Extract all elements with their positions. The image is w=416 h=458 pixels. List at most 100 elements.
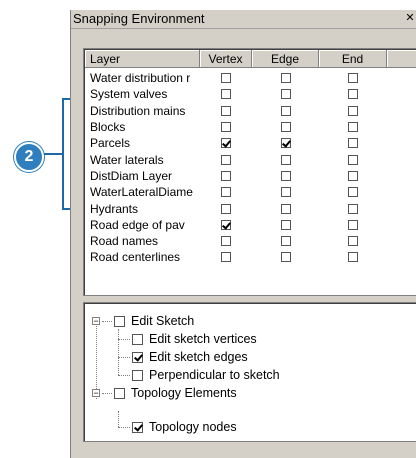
table-row[interactable]: Parcels [85,135,387,151]
layer-name: System valves [90,87,168,102]
vertex-cell [200,122,252,133]
end-checkbox[interactable] [348,252,358,263]
end-checkbox[interactable] [348,89,358,100]
vertex-checkbox[interactable] [221,219,231,230]
window-titlebar[interactable]: Snapping Environment ✕ [71,10,416,29]
table-row[interactable]: WaterLateralDiame [85,184,387,200]
edge-cell [252,122,319,133]
layer-name: Water laterals [90,152,164,167]
vertex-checkbox[interactable] [221,170,231,181]
end-cell [319,73,387,84]
table-row[interactable]: Hydrants [85,200,387,216]
end-checkbox[interactable] [348,138,358,149]
vertex-checkbox[interactable] [221,138,231,149]
edge-checkbox[interactable] [280,187,291,198]
table-row[interactable]: Water laterals [85,151,387,167]
tree-item-perpendicular[interactable]: Perpendicular to sketch [132,366,280,384]
edge-checkbox[interactable] [280,252,291,263]
topology-elements-checkbox[interactable] [114,387,125,399]
end-checkbox[interactable] [348,122,358,133]
vertex-cell [200,73,252,84]
edge-checkbox[interactable] [280,105,291,116]
vertex-checkbox[interactable] [221,105,231,116]
tree-item-edit-sketch[interactable]: − Edit Sketch [92,312,194,330]
column-header-vertex[interactable]: Vertex [200,50,252,68]
table-row[interactable]: System valves [85,86,387,102]
edge-checkbox[interactable] [280,89,291,100]
table-row[interactable]: Road edge of pav [85,217,387,233]
end-cell [319,236,387,247]
vertex-checkbox[interactable] [221,154,231,165]
layer-name: Blocks [90,120,126,135]
topology-nodes-label: Topology nodes [149,420,237,434]
edge-cell [252,219,319,230]
end-checkbox[interactable] [348,219,358,230]
edge-checkbox[interactable] [280,154,291,165]
tree-item-topology-elements[interactable]: − Topology Elements [92,384,237,402]
vertex-checkbox[interactable] [221,122,231,133]
collapse-icon[interactable]: − [92,317,100,326]
edge-checkbox[interactable] [280,219,291,230]
tree-item-edit-sketch-edges[interactable]: Edit sketch edges [132,348,248,366]
edge-checkbox[interactable] [280,236,291,247]
grid-rows: Water distribution r System valves Distrib… [85,70,387,266]
edit-sketch-checkbox[interactable] [114,315,125,327]
tree-item-topology-nodes[interactable]: Topology nodes [132,418,237,436]
edge-checkbox[interactable] [280,138,291,149]
tree-item-edit-sketch-vertices[interactable]: Edit sketch vertices [132,330,257,348]
edge-cell [252,105,319,116]
column-header-edge[interactable]: Edge [252,50,319,68]
end-checkbox[interactable] [348,154,358,165]
end-checkbox[interactable] [348,187,358,198]
column-header-end[interactable]: End [319,50,387,68]
edge-checkbox[interactable] [280,73,291,84]
tree-connector [118,357,130,358]
end-checkbox[interactable] [348,105,358,116]
vertex-checkbox[interactable] [221,187,231,198]
edge-cell [252,73,319,84]
table-row[interactable]: Road names [85,233,387,249]
edge-checkbox[interactable] [280,122,291,133]
table-row[interactable]: Road centerlines [85,249,387,265]
snapping-layer-grid: Layer Vertex Edge End Water distribution… [83,48,416,296]
tree-connector [118,375,130,376]
edge-cell [252,89,319,100]
column-header-layer[interactable]: Layer [85,50,200,68]
vertex-checkbox[interactable] [221,252,231,263]
vertex-checkbox[interactable] [221,89,231,100]
table-row[interactable]: Blocks [85,119,387,135]
layer-name: DistDiam Layer [90,168,173,183]
topology-nodes-checkbox[interactable] [132,421,143,433]
edge-checkbox[interactable] [280,203,291,214]
table-row[interactable]: Distribution mains [85,103,387,119]
edge-checkbox[interactable] [280,170,291,181]
edge-cell [252,203,319,214]
layer-name: Road centerlines [90,250,181,265]
edit-sketch-edges-label: Edit sketch edges [149,350,248,364]
table-row[interactable]: Water distribution r [85,70,387,86]
end-cell [319,219,387,230]
end-checkbox[interactable] [348,203,358,214]
layer-name: Parcels [90,136,131,151]
table-row[interactable]: DistDiam Layer [85,168,387,184]
vertex-cell [200,219,252,230]
tree-connector [118,411,119,427]
vertex-cell [200,236,252,247]
callout-number-badge: 2 [14,142,44,172]
perpendicular-to-sketch-checkbox[interactable] [132,369,143,381]
edit-sketch-vertices-checkbox[interactable] [132,333,143,345]
collapse-icon[interactable]: − [92,389,100,398]
vertex-checkbox[interactable] [221,236,231,247]
end-checkbox[interactable] [348,73,358,84]
vertex-checkbox[interactable] [221,73,231,84]
window-title: Snapping Environment [73,11,205,26]
vertex-checkbox[interactable] [221,203,231,214]
close-icon[interactable]: ✕ [403,11,416,26]
end-checkbox[interactable] [348,170,358,181]
edit-sketch-label: Edit Sketch [131,314,195,328]
grid-header: Layer Vertex Edge End [85,50,416,68]
end-cell [319,105,387,116]
callout-connector [44,153,62,155]
end-checkbox[interactable] [348,236,358,247]
edit-sketch-edges-checkbox[interactable] [132,351,143,363]
